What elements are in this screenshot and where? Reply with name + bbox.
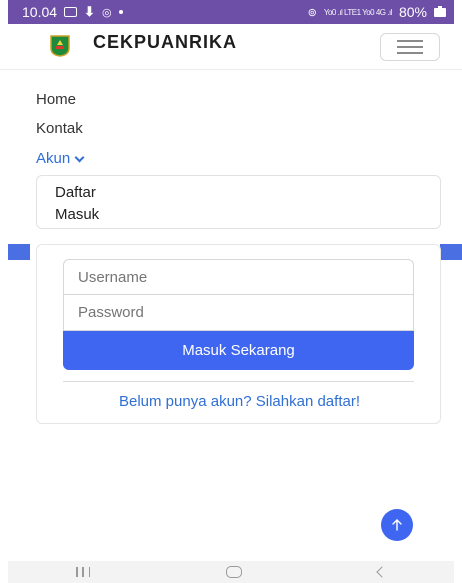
section-accent-left [8,244,30,260]
dropdown-item-masuk[interactable]: Masuk [55,206,99,223]
download-icon: ⬇ [84,4,95,19]
hamburger-menu-button[interactable] [380,33,440,61]
hamburger-icon [397,40,423,42]
arrow-up-icon [392,519,402,531]
nav-link-akun-label: Akun [36,150,71,167]
status-right: ⊚ Yo0 .ıl LTE1 Yo0 4G .ıl 80% [308,4,446,20]
recent-apps-icon-line [82,567,84,577]
navbar: CEKPUANRIKA [0,24,462,70]
riau-emblem-icon[interactable] [50,35,70,57]
battery-percent: 80% [398,4,427,20]
chevron-down-icon [74,152,85,162]
recent-apps-icon [76,567,78,577]
back-to-top-button[interactable] [381,509,413,541]
more-dot-icon [118,10,123,14]
gallery-icon [64,7,78,17]
back-button[interactable] [376,566,388,578]
nav-link-akun[interactable]: Akun [36,150,85,167]
hamburger-icon-line [397,52,423,54]
status-bar: 10.04 ⬇ ◎ ⊚ Yo0 .ıl LTE1 Yo0 4G .ıl 80% [8,0,454,24]
recent-apps-icon-line [88,567,90,577]
nav-link-kontak[interactable]: Kontak [36,120,83,137]
section-accent-right [440,244,462,260]
notification-icon: ◎ [101,6,112,19]
register-link[interactable]: Belum punya akun? Silahkan daftar! [37,393,442,410]
akun-dropdown: Daftar Masuk [36,175,441,229]
android-navigation-bar [8,561,454,583]
hamburger-icon-line [397,46,423,48]
home-button[interactable] [226,566,242,578]
login-submit-button[interactable]: Masuk Sekarang [63,331,414,370]
status-left: 10.04 ⬇ ◎ [22,4,123,20]
nav-link-home[interactable]: Home [36,91,76,108]
battery-icon [434,5,446,17]
hotspot-icon: ⊚ [307,6,317,19]
dropdown-item-daftar[interactable]: Daftar [55,184,96,201]
recent-apps-button[interactable] [76,567,90,577]
divider [63,381,414,382]
username-input[interactable] [63,259,414,295]
signal-indicator: Yo0 .ıl LTE1 Yo0 4G .ıl [323,7,393,17]
brand-title[interactable]: CEKPUANRIKA [93,32,237,53]
status-time: 10.04 [22,4,58,20]
login-card: Masuk Sekarang Belum punya akun? Silahka… [36,244,441,424]
password-input[interactable] [63,295,414,331]
